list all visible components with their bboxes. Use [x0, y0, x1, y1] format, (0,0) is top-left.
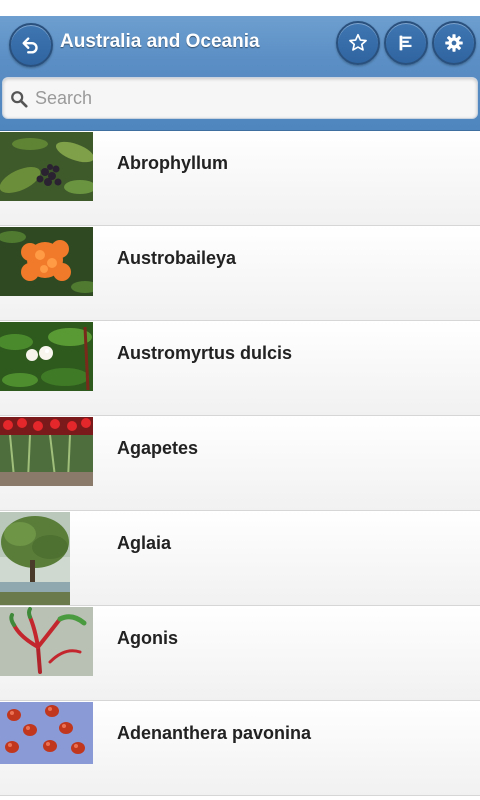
plant-name: Aglaia: [117, 533, 172, 553]
list-item[interactable]: Agonis: [0, 606, 480, 701]
search-icon: [11, 91, 28, 108]
plant-name: Agonis: [117, 628, 178, 648]
plant-thumbnail: [0, 512, 70, 605]
plant-name: Austrobaileya: [117, 248, 237, 268]
sort-button[interactable]: [384, 21, 428, 65]
favorites-button[interactable]: [336, 21, 380, 65]
plant-thumbnail: [0, 702, 93, 764]
search-box: [2, 77, 478, 119]
star-icon: [349, 33, 367, 51]
plant-thumbnail: [0, 322, 93, 391]
app-header: Australia and Oceania: [0, 16, 480, 131]
search-input[interactable]: [35, 80, 470, 116]
status-bar: [0, 0, 480, 16]
sort-list-icon: [399, 35, 412, 51]
list-item[interactable]: Abrophyllum: [0, 131, 480, 226]
list-item[interactable]: Austrobaileya: [0, 226, 480, 321]
plant-thumbnail: [0, 607, 93, 676]
plant-thumbnail: [0, 417, 93, 486]
back-arrow-icon: [22, 37, 38, 54]
page-title: Australia and Oceania: [60, 31, 260, 52]
list-item[interactable]: Agapetes: [0, 416, 480, 511]
plant-name: Abrophyllum: [117, 153, 228, 173]
plant-thumbnail: [0, 227, 93, 296]
list-item[interactable]: Adenanthera pavonina: [0, 701, 480, 796]
list-item[interactable]: Austromyrtus dulcis: [0, 321, 480, 416]
list-item[interactable]: Aglaia: [0, 511, 480, 606]
settings-button[interactable]: [432, 21, 476, 65]
plant-name: Adenanthera pavonina: [117, 723, 312, 743]
plant-name: Agapetes: [117, 438, 199, 458]
plant-thumbnail: [0, 132, 93, 201]
back-button[interactable]: [9, 23, 53, 67]
gear-icon: [445, 34, 463, 52]
plant-name: Austromyrtus dulcis: [117, 343, 293, 363]
plant-list: Abrophyllum Austrobaileya Austromyrtus d…: [0, 131, 480, 796]
